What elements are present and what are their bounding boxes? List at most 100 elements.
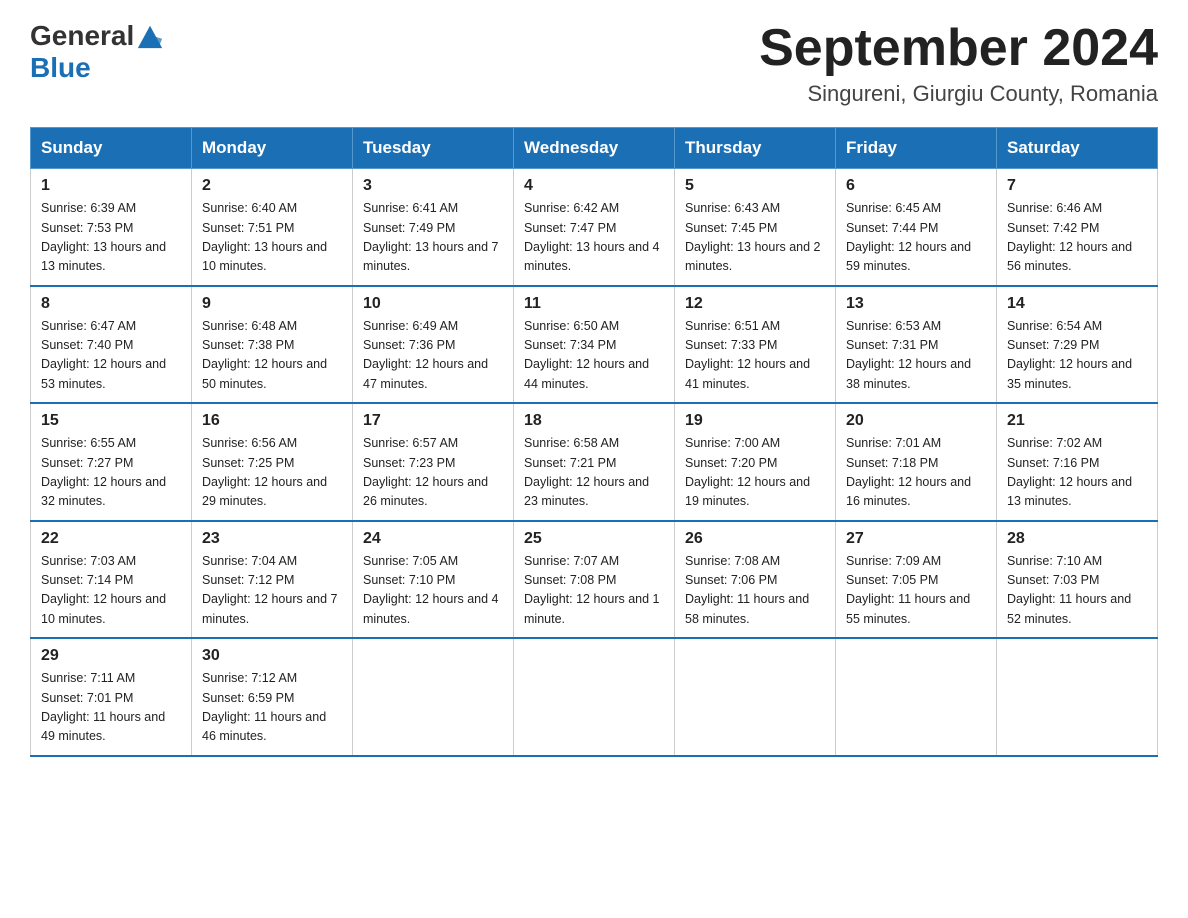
col-sunday: Sunday <box>31 128 192 169</box>
day-info: Sunrise: 7:11 AMSunset: 7:01 PMDaylight:… <box>41 669 181 747</box>
table-row: 16 Sunrise: 6:56 AMSunset: 7:25 PMDayligh… <box>192 403 353 521</box>
logo: General Blue <box>30 20 164 84</box>
day-number: 19 <box>685 412 825 430</box>
day-number: 17 <box>363 412 503 430</box>
col-tuesday: Tuesday <box>353 128 514 169</box>
table-row: 27 Sunrise: 7:09 AMSunset: 7:05 PMDayligh… <box>836 521 997 639</box>
table-row: 10 Sunrise: 6:49 AMSunset: 7:36 PMDayligh… <box>353 286 514 404</box>
day-number: 6 <box>846 177 986 195</box>
calendar-body: 1 Sunrise: 6:39 AMSunset: 7:53 PMDaylight… <box>31 169 1158 756</box>
day-number: 13 <box>846 295 986 313</box>
day-info: Sunrise: 7:05 AMSunset: 7:10 PMDaylight:… <box>363 552 503 630</box>
table-row: 14 Sunrise: 6:54 AMSunset: 7:29 PMDayligh… <box>997 286 1158 404</box>
day-info: Sunrise: 6:51 AMSunset: 7:33 PMDaylight:… <box>685 317 825 395</box>
day-info: Sunrise: 7:09 AMSunset: 7:05 PMDaylight:… <box>846 552 986 630</box>
day-number: 4 <box>524 177 664 195</box>
table-row <box>514 638 675 756</box>
day-info: Sunrise: 6:53 AMSunset: 7:31 PMDaylight:… <box>846 317 986 395</box>
table-row: 5Sunrise: 6:43 AMSunset: 7:45 PMDaylight… <box>675 169 836 286</box>
day-number: 24 <box>363 530 503 548</box>
calendar-table: Sunday Monday Tuesday Wednesday Thursday… <box>30 127 1158 757</box>
day-number: 12 <box>685 295 825 313</box>
day-info: Sunrise: 6:55 AMSunset: 7:27 PMDaylight:… <box>41 434 181 512</box>
table-row <box>353 638 514 756</box>
calendar-week-row: 1 Sunrise: 6:39 AMSunset: 7:53 PMDaylight… <box>31 169 1158 286</box>
table-row <box>675 638 836 756</box>
calendar-week-row: 22 Sunrise: 7:03 AMSunset: 7:14 PMDayligh… <box>31 521 1158 639</box>
location-title: Singureni, Giurgiu County, Romania <box>759 81 1158 107</box>
logo-blue-text: Blue <box>30 52 91 84</box>
col-thursday: Thursday <box>675 128 836 169</box>
col-friday: Friday <box>836 128 997 169</box>
month-title: September 2024 <box>759 20 1158 77</box>
table-row: 17 Sunrise: 6:57 AMSunset: 7:23 PMDayligh… <box>353 403 514 521</box>
day-number: 16 <box>202 412 342 430</box>
day-number: 20 <box>846 412 986 430</box>
day-info: Sunrise: 7:12 AMSunset: 6:59 PMDaylight:… <box>202 669 342 747</box>
day-number: 23 <box>202 530 342 548</box>
table-row: 8 Sunrise: 6:47 AMSunset: 7:40 PMDaylight… <box>31 286 192 404</box>
table-row: 29Sunrise: 7:11 AMSunset: 7:01 PMDayligh… <box>31 638 192 756</box>
col-saturday: Saturday <box>997 128 1158 169</box>
day-info: Sunrise: 6:49 AMSunset: 7:36 PMDaylight:… <box>363 317 503 395</box>
header: General Blue September 2024 Singureni, G… <box>30 20 1158 107</box>
day-number: 28 <box>1007 530 1147 548</box>
logo-icon <box>136 22 164 50</box>
title-area: September 2024 Singureni, Giurgiu County… <box>759 20 1158 107</box>
col-wednesday: Wednesday <box>514 128 675 169</box>
table-row: 12 Sunrise: 6:51 AMSunset: 7:33 PMDayligh… <box>675 286 836 404</box>
col-monday: Monday <box>192 128 353 169</box>
day-info: Sunrise: 6:39 AMSunset: 7:53 PMDaylight:… <box>41 199 181 277</box>
day-number: 14 <box>1007 295 1147 313</box>
day-info: Sunrise: 7:04 AMSunset: 7:12 PMDaylight:… <box>202 552 342 630</box>
day-info: Sunrise: 6:58 AMSunset: 7:21 PMDaylight:… <box>524 434 664 512</box>
calendar-header-row: Sunday Monday Tuesday Wednesday Thursday… <box>31 128 1158 169</box>
table-row: 22 Sunrise: 7:03 AMSunset: 7:14 PMDayligh… <box>31 521 192 639</box>
day-number: 8 <box>41 295 181 313</box>
logo-general-text: General <box>30 20 134 52</box>
day-info: Sunrise: 7:03 AMSunset: 7:14 PMDaylight:… <box>41 552 181 630</box>
day-number: 30 <box>202 647 342 665</box>
day-info: Sunrise: 6:57 AMSunset: 7:23 PMDaylight:… <box>363 434 503 512</box>
day-info: Sunrise: 6:54 AMSunset: 7:29 PMDaylight:… <box>1007 317 1147 395</box>
day-number: 10 <box>363 295 503 313</box>
table-row: 6Sunrise: 6:45 AMSunset: 7:44 PMDaylight… <box>836 169 997 286</box>
day-info: Sunrise: 6:47 AMSunset: 7:40 PMDaylight:… <box>41 317 181 395</box>
day-number: 1 <box>41 177 181 195</box>
table-row: 15 Sunrise: 6:55 AMSunset: 7:27 PMDayligh… <box>31 403 192 521</box>
table-row <box>836 638 997 756</box>
day-info: Sunrise: 6:42 AMSunset: 7:47 PMDaylight:… <box>524 199 664 277</box>
table-row: 9Sunrise: 6:48 AMSunset: 7:38 PMDaylight… <box>192 286 353 404</box>
table-row <box>997 638 1158 756</box>
day-info: Sunrise: 7:07 AMSunset: 7:08 PMDaylight:… <box>524 552 664 630</box>
table-row: 19 Sunrise: 7:00 AMSunset: 7:20 PMDayligh… <box>675 403 836 521</box>
table-row: 1 Sunrise: 6:39 AMSunset: 7:53 PMDaylight… <box>31 169 192 286</box>
table-row: 26Sunrise: 7:08 AMSunset: 7:06 PMDayligh… <box>675 521 836 639</box>
table-row: 3 Sunrise: 6:41 AMSunset: 7:49 PMDaylight… <box>353 169 514 286</box>
table-row: 28Sunrise: 7:10 AMSunset: 7:03 PMDayligh… <box>997 521 1158 639</box>
day-number: 5 <box>685 177 825 195</box>
day-info: Sunrise: 6:56 AMSunset: 7:25 PMDaylight:… <box>202 434 342 512</box>
calendar-week-row: 8 Sunrise: 6:47 AMSunset: 7:40 PMDaylight… <box>31 286 1158 404</box>
calendar-week-row: 15 Sunrise: 6:55 AMSunset: 7:27 PMDayligh… <box>31 403 1158 521</box>
day-number: 22 <box>41 530 181 548</box>
table-row: 7Sunrise: 6:46 AMSunset: 7:42 PMDaylight… <box>997 169 1158 286</box>
day-number: 26 <box>685 530 825 548</box>
day-info: Sunrise: 6:41 AMSunset: 7:49 PMDaylight:… <box>363 199 503 277</box>
table-row: 24 Sunrise: 7:05 AMSunset: 7:10 PMDayligh… <box>353 521 514 639</box>
day-number: 27 <box>846 530 986 548</box>
table-row: 30 Sunrise: 7:12 AMSunset: 6:59 PMDayligh… <box>192 638 353 756</box>
day-number: 18 <box>524 412 664 430</box>
day-info: Sunrise: 7:00 AMSunset: 7:20 PMDaylight:… <box>685 434 825 512</box>
table-row: 2Sunrise: 6:40 AMSunset: 7:51 PMDaylight… <box>192 169 353 286</box>
day-number: 21 <box>1007 412 1147 430</box>
calendar-week-row: 29Sunrise: 7:11 AMSunset: 7:01 PMDayligh… <box>31 638 1158 756</box>
day-number: 3 <box>363 177 503 195</box>
table-row: 20Sunrise: 7:01 AMSunset: 7:18 PMDayligh… <box>836 403 997 521</box>
table-row: 25Sunrise: 7:07 AMSunset: 7:08 PMDayligh… <box>514 521 675 639</box>
day-info: Sunrise: 6:46 AMSunset: 7:42 PMDaylight:… <box>1007 199 1147 277</box>
table-row: 21Sunrise: 7:02 AMSunset: 7:16 PMDayligh… <box>997 403 1158 521</box>
day-info: Sunrise: 6:48 AMSunset: 7:38 PMDaylight:… <box>202 317 342 395</box>
day-info: Sunrise: 6:40 AMSunset: 7:51 PMDaylight:… <box>202 199 342 277</box>
day-number: 15 <box>41 412 181 430</box>
